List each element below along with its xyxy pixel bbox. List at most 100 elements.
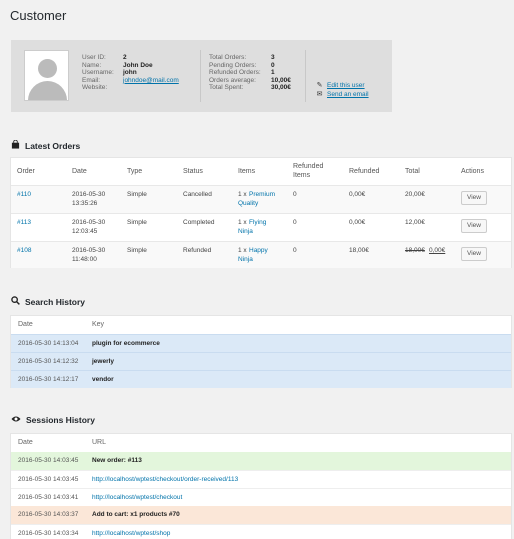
col-date: Date [18,439,33,446]
order-time: 12:03:45 [72,228,98,235]
email-label: Email: [82,76,101,84]
order-total: 20,00€ [405,191,425,198]
orders-average-value: 10,00€ [271,76,291,84]
search-key: jewerly [92,358,115,365]
username-value: john [123,69,137,77]
divider [305,50,306,102]
session-url-link[interactable]: http://localhost/wptest/checkout [92,494,182,501]
item-link[interactable]: Ninja [238,227,253,236]
col-key: Key [92,321,105,328]
session-url-link[interactable]: http://localhost/wptest/shop [92,530,170,537]
session-event: New order: #113 [92,457,142,464]
table-row: #108 2016-05-30 11:48:00 Simple Refunded… [11,242,511,268]
search-key: plugin for ecommerce [92,340,160,347]
pending-orders-value: 0 [271,61,275,69]
order-link[interactable]: #113 [17,218,31,227]
send-email-link[interactable]: Send an email [327,90,369,99]
sessions-history-table: Date URL 2016-05-30 14:03:45 New order: … [10,433,512,539]
order-total-original: 18,00€ [405,247,425,254]
order-date: 2016-05-30 [72,219,106,226]
order-time: 11:48:00 [72,256,97,263]
table-header: Date URL [11,434,511,452]
search-icon [11,296,20,307]
page-title: Customer [10,8,67,23]
table-row: #110 2016-05-30 13:35:26 Simple Cancelle… [11,186,511,213]
refunded-amount: 0,00€ [349,191,366,198]
item-link[interactable]: Happy [249,246,268,255]
order-status: Completed [183,219,215,226]
total-spent-value: 30,00€ [271,84,291,92]
order-link[interactable]: #108 [17,246,31,255]
shopping-bag-icon [11,139,20,151]
col-type: Type [127,168,143,175]
col-refunded-items-1: Refunded [293,163,324,170]
order-stats: Total Orders: 3 Pending Orders: 0 Refunded… [209,54,291,92]
items-qty: 1 x [238,247,247,254]
col-actions: Actions [461,168,484,175]
table-row: 2016-05-30 14:03:45 New order: #113 [11,452,511,470]
col-date: Date [72,168,87,175]
table-row: #113 2016-05-30 12:03:45 Simple Complete… [11,214,511,241]
col-refunded-items-2: Items [293,172,311,179]
divider [200,50,201,102]
items-qty: 1 x [238,191,247,198]
session-url-link[interactable]: http://localhost/wptest/checkout/order-r… [92,476,238,483]
orders-table: Order Date Type Status Items Refunded It… [10,157,512,268]
col-date: Date [18,321,33,328]
search-history-title: Search History [25,296,85,307]
refunded-amount: 18,00€ [349,247,369,254]
refunded-amount: 0,00€ [349,219,366,226]
user-info: User ID: 2 Name: John Doe Username: john Em… [82,54,179,92]
col-order: Order [17,168,35,175]
item-link[interactable]: Flying [249,218,266,227]
table-row: 2016-05-30 14:03:45 http://localhost/wpt… [11,470,511,488]
name-label: Name: [82,61,102,69]
refunded-items: 0 [293,247,297,254]
session-date: 2016-05-30 14:03:34 [18,530,79,537]
order-date: 2016-05-30 [72,247,106,254]
session-date: 2016-05-30 14:03:45 [18,476,79,483]
refunded-orders-label: Refunded Orders: [209,69,261,77]
order-type: Simple [127,247,147,254]
search-history-heading: Search History [11,296,85,307]
table-row: 2016-05-30 14:13:04 plugin for ecommerce [11,334,511,352]
envelope-icon: ✉ [316,91,323,98]
user-id-value: 2 [123,54,127,61]
search-history-table: Date Key 2016-05-30 14:13:04 plugin for … [10,315,512,388]
edit-user-link[interactable]: Edit this user [327,81,365,90]
order-status: Refunded [183,247,212,254]
order-total: 0,00€ [429,247,446,254]
table-header: Date Key [11,316,511,334]
item-link[interactable]: Quality [238,199,258,208]
item-link[interactable]: Premium [249,190,275,199]
name-value: John Doe [123,61,153,69]
view-button[interactable]: View [461,191,487,205]
table-row: 2016-05-30 14:03:37 Add to cart: x1 prod… [11,506,511,524]
order-time: 13:35:26 [72,200,98,207]
session-date: 2016-05-30 14:03:37 [18,511,79,518]
website-label: Website: [82,84,108,92]
table-row: 2016-05-30 14:03:34 http://localhost/wpt… [11,524,511,539]
email-link[interactable]: johndoe@mail.com [123,77,179,85]
table-row: 2016-05-30 14:03:41 http://localhost/wpt… [11,488,511,506]
sessions-history-heading: Sessions History [11,415,95,425]
view-button[interactable]: View [461,247,487,261]
items-qty: 1 x [238,219,247,226]
orders-average-label: Orders average: [209,76,256,84]
table-row: 2016-05-30 14:12:17 vendor [11,370,511,388]
order-status: Cancelled [183,191,212,198]
pencil-icon: ✎ [316,82,323,89]
pending-orders-label: Pending Orders: [209,61,257,69]
table-header: Order Date Type Status Items Refunded It… [11,158,511,186]
item-link[interactable]: Ninja [238,255,253,264]
order-total: 12,00€ [405,219,425,226]
search-date: 2016-05-30 14:13:04 [18,340,79,347]
eye-icon [11,415,21,425]
view-button[interactable]: View [461,219,487,233]
order-link[interactable]: #110 [17,190,31,199]
latest-orders-heading: Latest Orders [11,139,80,151]
col-items: Items [238,168,256,175]
total-orders-value: 3 [271,54,275,61]
profile-actions: ✎ Edit this user ✉ Send an email [316,81,369,99]
order-type: Simple [127,219,147,226]
